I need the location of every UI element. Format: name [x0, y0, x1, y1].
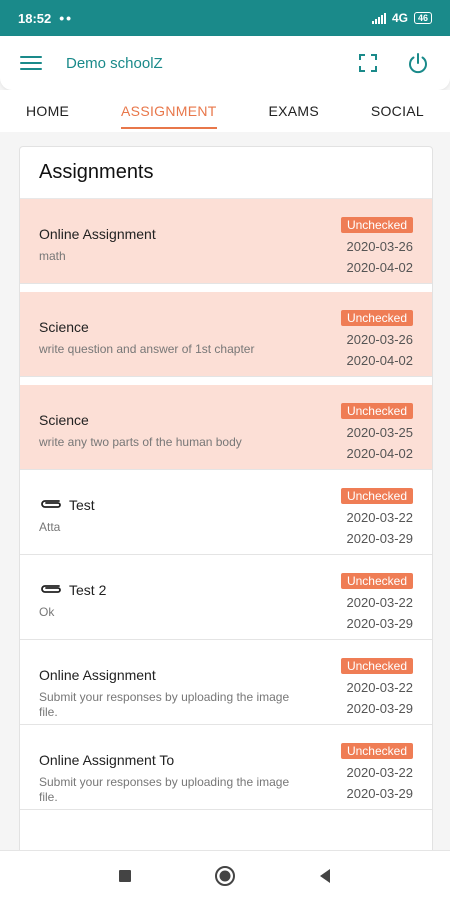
paperclip-icon [39, 582, 63, 598]
tab-bar: HOME ASSIGNMENT EXAMS SOCIAL [0, 90, 450, 132]
assignment-description: Submit your responses by uploading the i… [39, 775, 290, 804]
network-type: 4G [391, 11, 408, 25]
tab-assignment[interactable]: ASSIGNMENT [121, 90, 217, 132]
app-title: Demo schoolZ [66, 54, 163, 72]
assignment-description: write any two parts of the human body [39, 435, 242, 449]
assignment-name: Online Assignment [39, 226, 156, 242]
app-bar: Demo schoolZ [0, 36, 450, 90]
assigned-date: 2020-03-22 [346, 680, 414, 695]
hamburger-menu-icon[interactable] [20, 51, 44, 75]
assignment-name: Science [39, 412, 89, 428]
list-item[interactable]: Test Atta Unchecked 2020-03-22 2020-03-2… [20, 470, 432, 555]
status-time: 18:52 [18, 10, 52, 26]
notification-dots: •• [59, 10, 74, 26]
home-circle-icon[interactable] [213, 864, 237, 888]
battery-level: 46 [417, 13, 428, 23]
assigned-date: 2020-03-22 [346, 595, 414, 610]
status-badge: Unchecked [340, 217, 413, 233]
due-date: 2020-03-29 [346, 616, 414, 631]
status-badge: Unchecked [340, 310, 413, 326]
paperclip-icon [39, 497, 63, 513]
status-badge: Unchecked [340, 488, 413, 504]
assignment-name: Online Assignment To [39, 752, 175, 768]
tab-home[interactable]: HOME [26, 90, 69, 132]
system-nav-bar [0, 850, 450, 900]
status-bar: 18:52 •• 4G 46 [0, 0, 450, 36]
due-date: 2020-04-02 [346, 353, 414, 368]
status-badge: Unchecked [340, 573, 413, 589]
due-date: 2020-03-29 [346, 531, 414, 546]
assigned-date: 2020-03-26 [346, 239, 414, 254]
list-item[interactable]: Science write question and answer of 1st… [20, 292, 432, 377]
list-item[interactable]: Test 2 Ok Unchecked 2020-03-22 2020-03-2… [20, 555, 432, 640]
assignment-description: Ok [39, 605, 55, 619]
assignment-description: Atta [39, 520, 61, 534]
due-date: 2020-03-29 [346, 701, 414, 716]
assignment-description: write question and answer of 1st chapter [39, 342, 255, 356]
assignment-description: math [39, 249, 66, 263]
assignment-name: Test 2 [69, 582, 107, 598]
assigned-date: 2020-03-22 [346, 765, 414, 780]
list-item[interactable]: Online Assignment To Submit your respons… [20, 725, 432, 810]
assigned-date: 2020-03-25 [346, 425, 414, 440]
power-icon[interactable] [406, 51, 430, 75]
list-item[interactable]: Online Assignment Submit your responses … [20, 640, 432, 725]
list-item[interactable]: Science write any two parts of the human… [20, 385, 432, 470]
due-date: 2020-03-29 [346, 786, 414, 801]
card-title: Assignments [20, 147, 432, 199]
list-item[interactable]: Online Assignment math Unchecked 2020-03… [20, 199, 432, 284]
fullscreen-icon[interactable] [356, 51, 380, 75]
back-triangle-icon[interactable] [313, 864, 337, 888]
due-date: 2020-04-02 [346, 260, 414, 275]
status-badge: Unchecked [340, 743, 413, 759]
assignment-name: Test [69, 497, 95, 513]
recents-square-icon[interactable] [113, 864, 137, 888]
status-badge: Unchecked [340, 658, 413, 674]
assignments-card: Assignments Online Assignment math Unche… [19, 146, 433, 866]
assignment-name: Online Assignment [39, 667, 156, 683]
battery-icon: 46 [413, 12, 432, 24]
status-badge: Unchecked [340, 403, 413, 419]
signal-icon [371, 12, 386, 24]
tab-exams[interactable]: EXAMS [268, 90, 319, 132]
assigned-date: 2020-03-22 [346, 510, 414, 525]
assigned-date: 2020-03-26 [346, 332, 414, 347]
tab-social[interactable]: SOCIAL [371, 90, 424, 132]
assignment-description: Submit your responses by uploading the i… [39, 690, 290, 719]
due-date: 2020-04-02 [346, 446, 414, 461]
assignment-name: Science [39, 319, 89, 335]
